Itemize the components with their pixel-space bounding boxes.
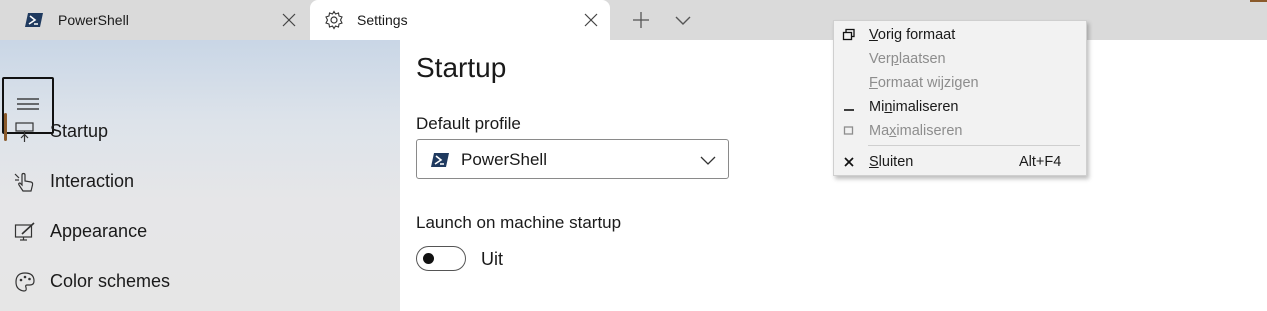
close-icon[interactable] xyxy=(584,13,598,27)
menu-item-close[interactable]: Sluiten Alt+F4 xyxy=(834,151,1086,173)
menu-item-shortcut: Alt+F4 xyxy=(1019,154,1062,170)
toggle-knob xyxy=(423,253,434,264)
sidebar: Startup Interaction Appearance Color sch… xyxy=(0,40,400,311)
chevron-down-icon xyxy=(700,156,716,165)
hamburger-icon xyxy=(17,98,39,110)
startup-icon xyxy=(15,122,34,142)
menu-item-label: Sluiten xyxy=(869,154,914,170)
launch-on-startup-toggle[interactable] xyxy=(416,246,466,271)
palette-icon xyxy=(15,272,35,292)
menu-separator xyxy=(868,145,1080,146)
selection-indicator xyxy=(4,113,7,141)
dropdown-selected-value: PowerShell xyxy=(461,150,547,169)
close-x-icon xyxy=(844,157,854,167)
tab-label: PowerShell xyxy=(58,12,129,28)
menu-item-label: Formaat wijzigen xyxy=(869,75,979,91)
powershell-icon xyxy=(431,153,449,167)
tab-settings[interactable]: Settings xyxy=(310,0,610,40)
window-context-menu: Vorig formaat Verplaatsen Formaat wijzig… xyxy=(833,20,1087,176)
sidebar-item-color-schemes[interactable]: Color schemes xyxy=(0,263,400,303)
sidebar-item-appearance[interactable]: Appearance xyxy=(0,213,400,253)
sidebar-item-label: Startup xyxy=(50,121,109,141)
menu-item-move: Verplaatsen xyxy=(834,48,1086,70)
default-profile-label: Default profile xyxy=(416,114,521,133)
pointer-hand-icon xyxy=(14,172,34,192)
page-title: Startup xyxy=(416,52,507,83)
accent-mark xyxy=(1250,0,1267,2)
sidebar-item-interaction[interactable]: Interaction xyxy=(0,163,400,203)
minimize-icon xyxy=(844,109,854,111)
chevron-down-icon[interactable] xyxy=(675,14,691,26)
menu-item-maximize: Maximaliseren xyxy=(834,120,1086,142)
sidebar-item-label: Color schemes xyxy=(50,271,171,291)
menu-item-label: Verplaatsen xyxy=(869,51,946,67)
appearance-edit-icon xyxy=(14,222,35,241)
tab-label: Settings xyxy=(357,12,408,28)
menu-item-label: Minimaliseren xyxy=(869,99,959,115)
sidebar-item-startup[interactable]: Startup xyxy=(0,113,400,153)
new-tab-plus-icon[interactable] xyxy=(632,11,650,29)
default-profile-dropdown[interactable]: PowerShell xyxy=(416,139,729,179)
gear-icon xyxy=(325,10,343,30)
close-icon[interactable] xyxy=(282,13,296,27)
menu-item-restore[interactable]: Vorig formaat xyxy=(834,24,1086,46)
menu-item-label: Vorig formaat xyxy=(869,27,956,43)
powershell-icon xyxy=(25,13,43,27)
maximize-icon xyxy=(843,126,854,135)
launch-on-startup-label: Launch on machine startup xyxy=(416,213,622,232)
restore-icon xyxy=(842,28,855,41)
toggle-state-text: Uit xyxy=(481,249,503,269)
sidebar-item-label: Appearance xyxy=(50,221,148,241)
menu-item-label: Maximaliseren xyxy=(869,123,963,139)
sidebar-item-label: Interaction xyxy=(50,171,135,191)
menu-item-resize: Formaat wijzigen xyxy=(834,72,1086,94)
tab-powershell[interactable]: PowerShell xyxy=(0,0,308,40)
menu-item-minimize[interactable]: Minimaliseren xyxy=(834,96,1086,118)
